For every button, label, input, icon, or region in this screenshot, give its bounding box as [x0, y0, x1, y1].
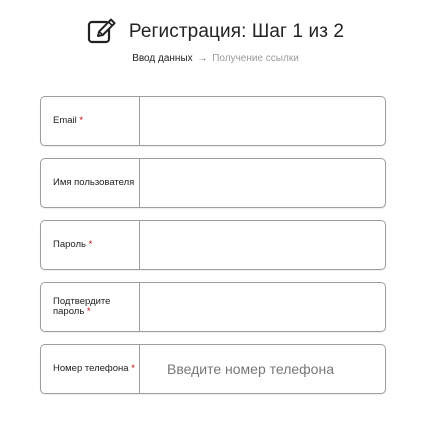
step-next: Получение ссылки [212, 53, 299, 64]
phone-label: Номер телефона * [41, 345, 140, 393]
password-label: Пароль * [41, 221, 140, 269]
password-label-text: Пароль [53, 239, 86, 250]
page-header: Регистрация: Шаг 1 из 2 [0, 18, 431, 46]
step-indicator: Ввод данных → Получение ссылки [0, 53, 431, 64]
edit-icon [87, 18, 119, 46]
step-current: Ввод данных [132, 53, 193, 64]
registration-page: Регистрация: Шаг 1 из 2 Ввод данных → По… [0, 0, 431, 428]
confirm-password-field[interactable] [140, 283, 385, 331]
phone-row: Номер телефона * [40, 344, 386, 394]
confirm-password-label: Подтвердите пароль * [41, 283, 140, 331]
email-row: Email * [40, 96, 386, 146]
username-label-text: Имя пользователя [53, 177, 135, 188]
phone-field[interactable] [140, 345, 385, 393]
required-mark: * [85, 239, 93, 250]
required-mark: * [76, 115, 84, 126]
email-label-text: Email [53, 115, 77, 126]
password-field[interactable] [140, 221, 385, 269]
confirm-password-label-text: Подтвердите пароль [53, 296, 111, 317]
username-row: Имя пользователя [40, 158, 386, 208]
email-field[interactable] [140, 97, 385, 145]
required-mark: * [84, 306, 91, 317]
username-field[interactable] [140, 159, 385, 207]
phone-label-text: Номер телефона [53, 363, 129, 374]
page-title: Регистрация: Шаг 1 из 2 [128, 21, 345, 42]
step-arrow: → [197, 53, 208, 64]
email-label: Email * [41, 97, 140, 145]
registration-form: Email * Имя пользователя Пароль * Подтве… [40, 96, 386, 406]
username-label: Имя пользователя [41, 159, 140, 207]
password-row: Пароль * [40, 220, 386, 270]
confirm-password-row: Подтвердите пароль * [40, 282, 386, 332]
required-mark: * [128, 363, 135, 374]
